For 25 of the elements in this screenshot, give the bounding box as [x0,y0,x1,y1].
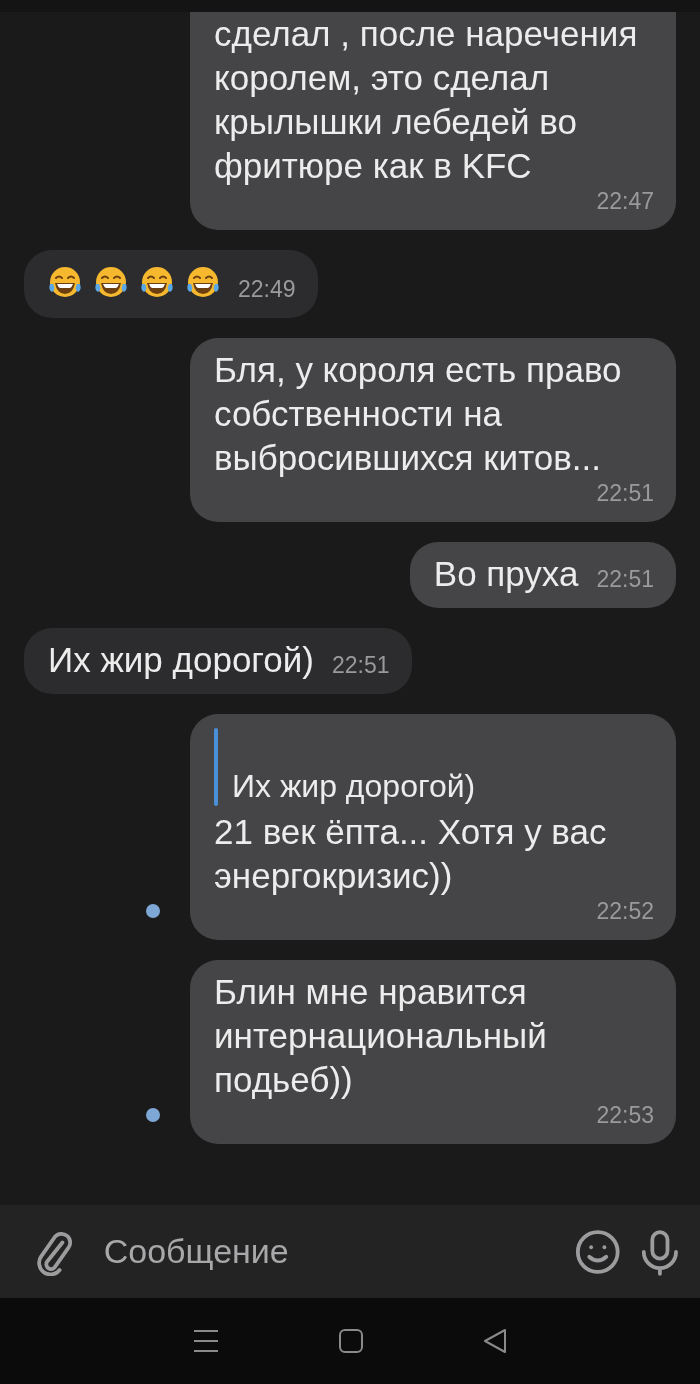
quoted-text: Их жир дорогой) [232,767,476,806]
message-text: Бля, у короля есть право собственности на выбросившихся китов... [214,349,623,479]
message-text: Во пруха [433,553,579,595]
message-time: 22:51 [332,652,390,680]
microphone-icon[interactable] [640,1227,680,1276]
message-input-field[interactable]: Сообщение [95,1226,555,1277]
laughing-emoji-icon [140,266,174,300]
message-time: 22:53 [596,1102,654,1130]
laughing-emoji-icon [48,266,82,300]
message-text: Блин мне нравится интернациональный подьеб)) [214,971,548,1101]
laughing-emoji-icon [186,266,220,300]
message-time: 22:52 [596,898,654,926]
message-text: сделал , после наречения королем, это сделал крылышки лебедей во фритюре как в KFC [214,13,639,187]
message-time: 22:51 [596,566,654,594]
message-text: Их жир дорогой) [48,639,315,681]
laughing-emoji-icon [94,266,128,300]
message-time: 22:51 [596,480,654,508]
emoji-icon[interactable] [574,1227,621,1276]
message-text: 21 век ёпта... Хотя у вас энергокризис)) [214,811,608,897]
home-icon[interactable] [339,1329,363,1353]
message-time: 22:47 [596,188,654,216]
menu-icon[interactable] [193,1329,219,1353]
message-time: 22:49 [238,276,296,304]
back-icon[interactable] [483,1328,507,1354]
message-composer-bar[interactable]: Сообщение [0,1205,700,1298]
